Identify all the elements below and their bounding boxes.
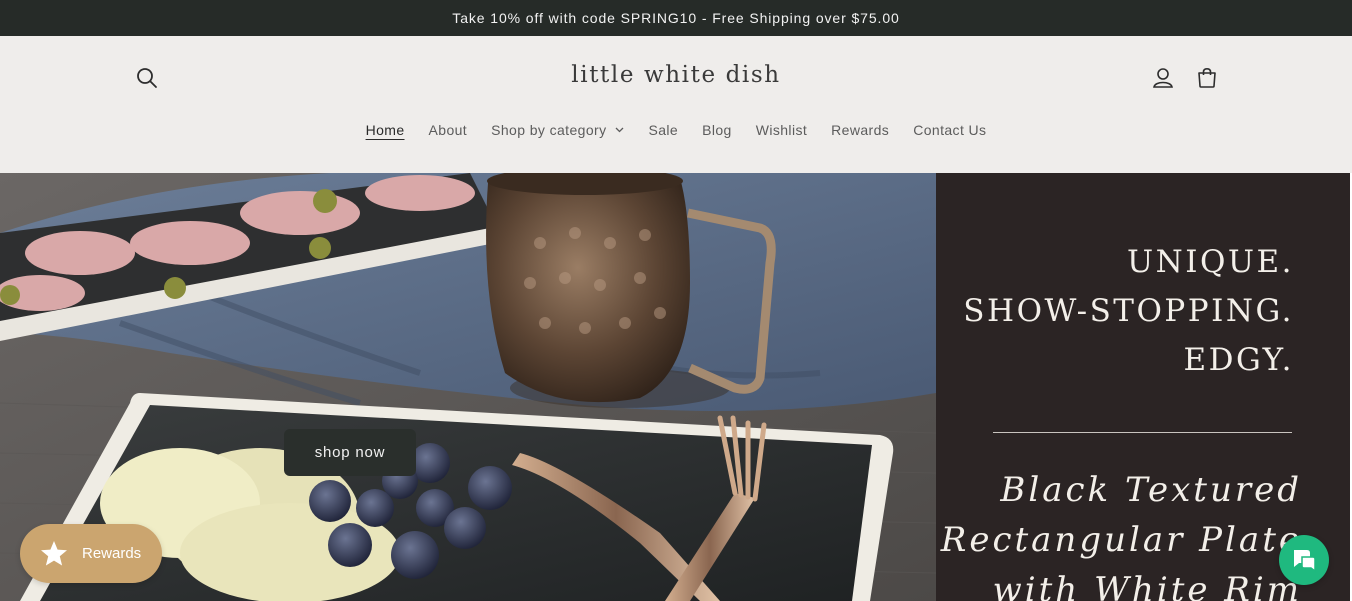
tagline-line-2: SHOW-STOPPING. — [963, 293, 1294, 329]
hero-banner: UNIQUE. SHOW-STOPPING. EDGY. Black Textu… — [0, 173, 1352, 601]
announcement-bar: Take 10% off with code SPRING10 - Free S… — [0, 0, 1352, 36]
nav-blog[interactable]: Blog — [702, 122, 732, 138]
nav-shop-by-category-label: Shop by category — [491, 122, 607, 138]
hero-tagline: UNIQUE. SHOW-STOPPING. EDGY. — [963, 238, 1294, 385]
announcement-text: Take 10% off with code SPRING10 - Free S… — [452, 10, 900, 26]
nav-rewards[interactable]: Rewards — [831, 122, 889, 138]
nav-sale[interactable]: Sale — [648, 122, 678, 138]
product-line-3: with White Rim — [992, 570, 1302, 601]
product-line-2: Rectangular Plate — [940, 520, 1302, 560]
chevron-down-icon — [615, 127, 624, 133]
account-icon — [1153, 68, 1173, 88]
panel-divider — [993, 432, 1292, 433]
nav-wishlist[interactable]: Wishlist — [756, 122, 807, 138]
rewards-launcher-label: Rewards — [82, 545, 142, 562]
main-nav: Home About Shop by category Sale Blog Wi… — [0, 122, 1352, 138]
rewards-launcher-button[interactable]: Rewards — [20, 524, 162, 583]
nav-shop-by-category[interactable]: Shop by category — [491, 122, 624, 138]
chat-launcher-button[interactable] — [1279, 535, 1329, 585]
nav-contact-us[interactable]: Contact Us — [913, 122, 986, 138]
nav-home[interactable]: Home — [366, 122, 405, 138]
cart-icon — [1198, 67, 1216, 88]
account-button[interactable] — [1148, 63, 1178, 93]
product-line-1: Black Textured — [1000, 470, 1302, 510]
nav-about[interactable]: About — [429, 122, 468, 138]
hero-text-panel: UNIQUE. SHOW-STOPPING. EDGY. Black Textu… — [936, 173, 1350, 601]
tagline-line-1: UNIQUE. — [1126, 244, 1294, 280]
tagline-line-3: EDGY. — [1183, 342, 1294, 378]
site-header: little white dish Home About Shop by cat… — [0, 36, 1352, 173]
cart-button[interactable] — [1192, 63, 1222, 93]
hero-product-name: Black Textured Rectangular Plate with Wh… — [941, 465, 1302, 601]
shop-now-button[interactable]: shop now — [284, 429, 416, 476]
chat-icon — [1294, 550, 1316, 573]
star-icon — [41, 541, 67, 566]
